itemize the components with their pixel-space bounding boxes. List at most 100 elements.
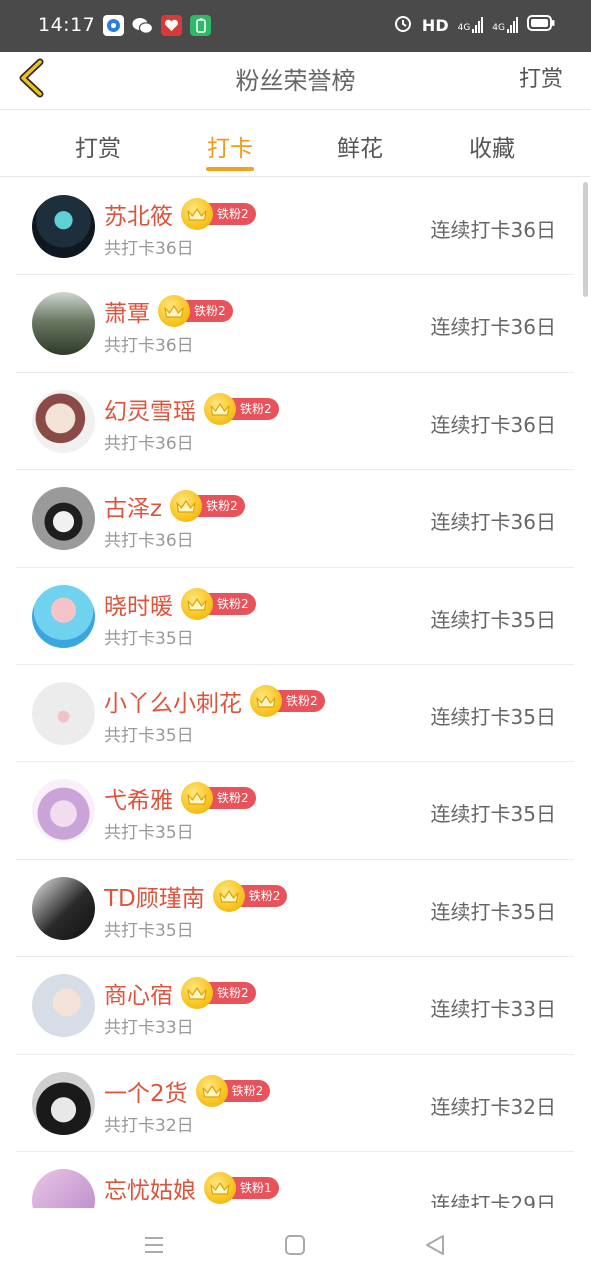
- list-item[interactable]: 萧覃 铁粉2 共打卡36日 连续打卡36日: [16, 275, 574, 373]
- consecutive-checkins: 连续打卡35日: [430, 899, 556, 924]
- list-item[interactable]: 古泽z 铁粉2 共打卡36日 连续打卡36日: [16, 470, 574, 568]
- app-screen: 14:17 HD 4G 4G 粉丝荣誉榜 打赏 打赏 打卡 鲜花 收藏 苏北筱 …: [0, 0, 591, 1280]
- total-checkins: 共打卡36日: [104, 336, 194, 357]
- consecutive-checkins: 连续打卡36日: [430, 412, 556, 437]
- consecutive-checkins: 连续打卡36日: [430, 315, 556, 340]
- avatar[interactable]: [32, 1071, 95, 1135]
- list-item[interactable]: 小丫么小刺花 铁粉2 共打卡35日 连续打卡35日: [16, 665, 574, 763]
- consecutive-checkins: 连续打卡36日: [430, 510, 556, 535]
- avatar[interactable]: [32, 1168, 95, 1208]
- tab-favorites[interactable]: 收藏: [452, 129, 532, 163]
- avatar[interactable]: [32, 389, 95, 453]
- back-triangle-icon[interactable]: [420, 1230, 450, 1260]
- name-line: TD顾瑾南 铁粉2: [104, 879, 288, 913]
- page-title: 粉丝荣誉榜: [235, 67, 356, 95]
- crown-icon: [195, 1074, 228, 1107]
- battery-app-icon: [190, 15, 211, 36]
- list-item[interactable]: 忘忧姑娘 铁粉1 共打卡29日 连续打卡29日: [16, 1152, 574, 1208]
- consecutive-checkins: 连续打卡33日: [430, 997, 556, 1022]
- total-checkins: 共打卡32日: [104, 1115, 194, 1136]
- list-item[interactable]: TD顾瑾南 铁粉2 共打卡35日 连续打卡35日: [16, 860, 574, 958]
- consecutive-checkins: 连续打卡36日: [430, 218, 556, 242]
- total-checkins: 共打卡35日: [104, 920, 194, 941]
- fan-name[interactable]: 幻灵雪瑶: [104, 392, 196, 426]
- total-checkins: 共打卡35日: [104, 823, 194, 844]
- status-time: 14:17: [38, 14, 96, 36]
- name-line: 一个2货 铁粉2: [104, 1074, 271, 1108]
- fan-level-badge: 铁粉2: [181, 782, 256, 815]
- fan-name[interactable]: 商心宿: [104, 976, 173, 1010]
- fan-level-badge: 铁粉2: [250, 684, 325, 717]
- name-line: 商心宿 铁粉2: [104, 976, 256, 1010]
- hd-label: HD: [421, 15, 449, 35]
- consecutive-checkins: 连续打卡35日: [430, 607, 556, 632]
- name-line: 苏北筱 铁粉2: [104, 198, 256, 230]
- tab-bar: 打赏 打卡 鲜花 收藏: [0, 111, 591, 177]
- crown-icon: [181, 587, 213, 620]
- fan-name[interactable]: 晓时暖: [104, 587, 173, 621]
- list-item[interactable]: 弋希雅 铁粉2 共打卡35日 连续打卡35日: [16, 762, 574, 860]
- tab-flowers[interactable]: 鲜花: [320, 129, 400, 163]
- tab-checkin[interactable]: 打卡: [190, 129, 270, 163]
- fan-name[interactable]: TD顾瑾南: [104, 879, 205, 913]
- reward-button[interactable]: 打赏: [519, 61, 563, 93]
- fan-level-badge: 铁粉2: [181, 587, 256, 620]
- fan-level-badge: 铁粉2: [212, 879, 288, 912]
- name-line: 小丫么小刺花 铁粉2: [104, 684, 325, 718]
- fan-ranking-list[interactable]: 苏北筱 铁粉2 共打卡36日 连续打卡36日 萧覃 铁粉2 共打卡36日 连续打…: [16, 178, 574, 1208]
- list-item[interactable]: 一个2货 铁粉2 共打卡32日 连续打卡32日: [16, 1055, 574, 1152]
- total-checkins: 共打卡35日: [104, 725, 194, 746]
- fan-name[interactable]: 忘忧姑娘: [104, 1171, 196, 1205]
- list-item[interactable]: 晓时暖 铁粉2 共打卡35日 连续打卡35日: [16, 568, 574, 665]
- consecutive-checkins: 连续打卡32日: [430, 1094, 556, 1119]
- browser-icon: [103, 15, 124, 36]
- avatar[interactable]: [32, 779, 95, 843]
- crown-icon: [181, 977, 213, 1010]
- crown-icon: [204, 392, 236, 425]
- tab-reward[interactable]: 打赏: [58, 129, 138, 163]
- wechat-icon: [132, 15, 153, 36]
- list-item[interactable]: 幻灵雪瑶 铁粉2 共打卡36日 连续打卡36日: [16, 373, 574, 471]
- avatar[interactable]: [32, 876, 95, 940]
- name-line: 古泽z 铁粉2: [104, 489, 245, 523]
- avatar[interactable]: [32, 292, 95, 356]
- game-icon: [161, 15, 182, 36]
- fan-level-badge: 铁粉1: [204, 1171, 279, 1204]
- fan-level-badge: 铁粉2: [204, 392, 279, 425]
- fan-level-badge: 铁粉2: [181, 977, 256, 1010]
- battery-icon: [527, 15, 555, 35]
- fan-level-badge: 铁粉2: [181, 198, 256, 230]
- fan-name[interactable]: 古泽z: [104, 489, 162, 523]
- network-type-2: 4G: [492, 23, 505, 33]
- total-checkins: 共打卡36日: [104, 531, 194, 552]
- avatar[interactable]: [32, 195, 95, 258]
- total-checkins: 共打卡33日: [104, 1018, 194, 1039]
- fan-level-badge: 铁粉2: [170, 490, 245, 523]
- list-item[interactable]: 商心宿 铁粉2 共打卡33日 连续打卡33日: [16, 957, 574, 1055]
- crown-icon: [158, 295, 190, 328]
- app-header: 粉丝荣誉榜 打赏: [0, 52, 591, 110]
- list-item[interactable]: 苏北筱 铁粉2 共打卡36日 连续打卡36日: [16, 178, 574, 276]
- status-bar: 14:17 HD 4G 4G: [0, 0, 591, 52]
- avatar[interactable]: [32, 974, 95, 1038]
- scrollbar[interactable]: [583, 182, 588, 297]
- active-tab-indicator: [206, 167, 254, 171]
- network-type-1: 4G: [457, 23, 471, 33]
- fan-name[interactable]: 萧覃: [104, 294, 150, 328]
- fan-name[interactable]: 一个2货: [104, 1074, 188, 1108]
- consecutive-checkins: 连续打卡35日: [430, 704, 556, 729]
- avatar[interactable]: [32, 681, 95, 745]
- fan-level-badge: 铁粉2: [195, 1074, 271, 1107]
- status-indicators: HD 4G 4G: [393, 13, 555, 37]
- fan-name[interactable]: 小丫么小刺花: [104, 684, 242, 718]
- total-checkins: 共打卡35日: [104, 628, 194, 649]
- fan-name[interactable]: 弋希雅: [104, 781, 173, 815]
- consecutive-checkins: 连续打卡35日: [430, 802, 556, 827]
- name-line: 晓时暖 铁粉2: [104, 587, 256, 621]
- fan-name[interactable]: 苏北筱: [104, 197, 173, 231]
- avatar[interactable]: [32, 584, 95, 648]
- home-icon[interactable]: [280, 1230, 310, 1260]
- menu-icon[interactable]: [139, 1230, 169, 1260]
- avatar[interactable]: [32, 487, 95, 551]
- signal-icon: 4G: [458, 17, 484, 33]
